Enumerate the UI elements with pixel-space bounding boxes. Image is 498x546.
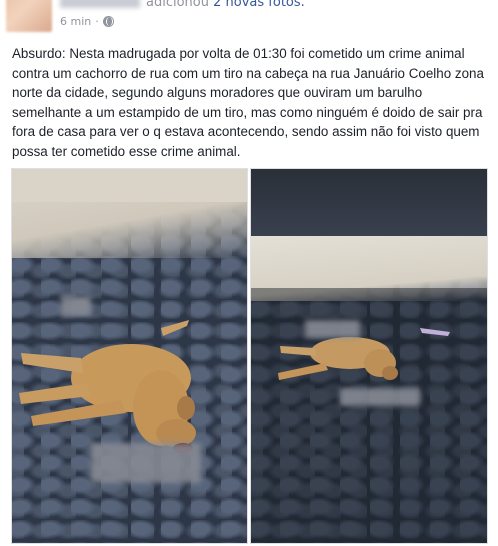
post-action: adicionou 2 novas fotos. [146, 0, 305, 10]
post-photo-2[interactable] [250, 168, 488, 544]
redacted-area [305, 320, 360, 338]
redacted-area [91, 443, 201, 483]
post-meta: 6 min · [60, 15, 114, 28]
redacted-area [340, 388, 420, 406]
author-avatar[interactable] [6, 0, 52, 32]
dog-illustration [278, 328, 450, 380]
meta-separator: · [95, 15, 99, 28]
post-timestamp[interactable]: 6 min [60, 15, 91, 28]
post-photo-1[interactable] [11, 168, 248, 544]
feed-post: adicionou 2 novas fotos. 6 min · Absurdo… [0, 0, 498, 546]
dog-illustration [19, 320, 196, 453]
globe-icon[interactable] [102, 16, 114, 27]
author-name-redacted[interactable] [60, 0, 140, 8]
action-text: adicionou [146, 0, 209, 10]
post-text: Absurdo: Nesta madrugada por volta de 01… [12, 46, 484, 159]
redacted-area [61, 296, 91, 316]
new-photos-link[interactable]: 2 novas fotos. [213, 0, 305, 10]
